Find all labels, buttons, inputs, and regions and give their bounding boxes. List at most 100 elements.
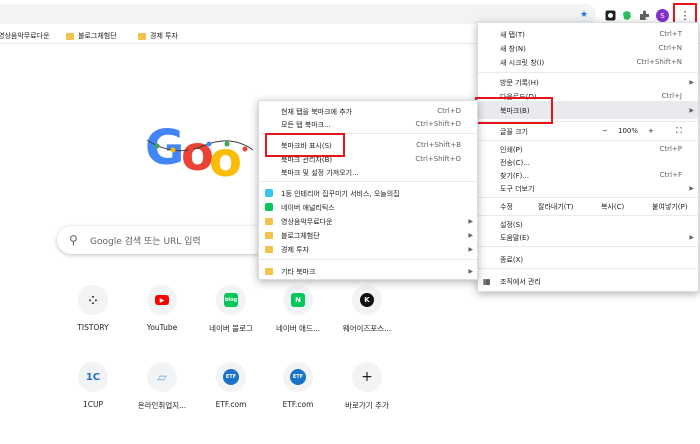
copy-button[interactable]: 복사(C) bbox=[601, 202, 624, 212]
menu-item-new-incognito[interactable]: 새 시크릿 창(I) Ctrl+Shift+N bbox=[478, 56, 698, 68]
menu-label: 기타 북마크 bbox=[281, 268, 316, 276]
youtube-icon: ▶ bbox=[155, 295, 169, 305]
menu-item-bookmark-this-tab[interactable]: 현재 탭을 북마크에 추가 Ctrl+D bbox=[259, 105, 477, 117]
bookmark-folder-other[interactable]: 기타 북마크 ▶ bbox=[259, 265, 477, 277]
menu-separator bbox=[478, 246, 698, 247]
shortcut-tile[interactable]: N 네이버 애드... bbox=[266, 285, 330, 341]
menu-item-new-tab[interactable]: 새 탭(T) Ctrl+T bbox=[478, 28, 698, 40]
highlight-bookmarks-item bbox=[475, 97, 553, 124]
extension-camera-icon[interactable] bbox=[604, 9, 616, 21]
shortcut-icon-circle: ETF bbox=[283, 362, 313, 392]
submenu-arrow-icon: ▶ bbox=[689, 79, 694, 86]
menu-label: 1등 인테리어 집꾸미기 서비스, 오늘의집 bbox=[281, 190, 400, 198]
menu-separator bbox=[259, 181, 477, 182]
menu-label: 전송(C)... bbox=[500, 159, 530, 167]
submenu-arrow-icon: ▶ bbox=[468, 246, 473, 253]
menu-separator bbox=[478, 72, 698, 73]
zoom-level: 100% bbox=[618, 127, 639, 135]
menu-label: 모든 탭 북마크... bbox=[281, 121, 331, 129]
shortcut-label: 네이버 애드... bbox=[275, 324, 321, 333]
menu-item-more-tools[interactable]: 도구 더보기 ▶ bbox=[478, 182, 698, 194]
menu-item-exit[interactable]: 종료(X) bbox=[478, 253, 698, 265]
shortcut-icon-circle: ⁘ bbox=[78, 285, 108, 315]
menu-item-zoom: 글꼴 크기 − 100% + ⛶ bbox=[478, 125, 698, 137]
shortcut-icon-circle: ▱ bbox=[147, 362, 177, 392]
bookmark-site-item[interactable]: 네이버 애널리틱스 bbox=[259, 201, 477, 213]
zoom-in-button[interactable]: + bbox=[648, 127, 654, 135]
folder-icon bbox=[265, 246, 273, 253]
fullscreen-icon[interactable]: ⛶ bbox=[676, 126, 682, 136]
shortcut-label: TISTORY bbox=[77, 323, 109, 332]
menu-label: 현재 탭을 북마크에 추가 bbox=[281, 108, 353, 116]
google-logo[interactable]: G o o bbox=[145, 120, 255, 188]
menu-label: 경제 투자 bbox=[281, 246, 309, 254]
shortcut-tile[interactable]: blog 네이버 블로그 bbox=[199, 285, 263, 341]
building-icon: ▦ bbox=[483, 277, 491, 286]
folder-icon bbox=[66, 32, 74, 40]
menu-item-cast[interactable]: 전송(C)... bbox=[478, 156, 698, 168]
bookmark-folder-item[interactable]: 경제 투자 ▶ bbox=[259, 243, 477, 255]
menu-label: 도움말(E) bbox=[500, 234, 530, 242]
evernote-icon[interactable] bbox=[620, 9, 632, 21]
submenu-arrow-icon: ▶ bbox=[689, 107, 694, 114]
menu-label: 영상음악무료다운 bbox=[281, 218, 333, 226]
shortcut-label: 1CUP bbox=[82, 400, 104, 409]
bookmark-bar-item[interactable]: 블로그체험단 bbox=[66, 31, 117, 41]
submenu-arrow-icon: ▶ bbox=[468, 232, 473, 239]
menu-item-managed[interactable]: ▦ 조직에서 관리 bbox=[478, 275, 698, 287]
etf-icon: ETF bbox=[290, 369, 306, 385]
menu-item-new-window[interactable]: 새 창(N) Ctrl+N bbox=[478, 42, 698, 54]
menu-label: 북마크 및 설정 가져오기... bbox=[281, 169, 359, 177]
paste-button[interactable]: 붙여넣기(P) bbox=[652, 202, 687, 212]
menu-separator bbox=[478, 268, 698, 269]
search-box[interactable]: ⚲ Google 검색 또는 URL 입력 bbox=[57, 226, 267, 254]
menu-label: 방문 기록(H) bbox=[500, 79, 539, 87]
menu-item-find[interactable]: 찾기(F)... Ctrl+F bbox=[478, 169, 698, 181]
cut-button[interactable]: 잘라내기(T) bbox=[538, 202, 574, 212]
menu-label: 새 탭(T) bbox=[500, 31, 525, 39]
menu-item-import-bookmarks[interactable]: 북마크 및 설정 가져오기... bbox=[259, 166, 477, 178]
bookmark-bar-item[interactable]: 영상음악무료다운 bbox=[0, 31, 50, 41]
bookmark-folder-item[interactable]: 영상음악무료다운 ▶ bbox=[259, 215, 477, 227]
menu-shortcut: Ctrl+Shift+B bbox=[416, 141, 461, 149]
menu-item-help[interactable]: 도움말(E) ▶ bbox=[478, 231, 698, 243]
chrome-main-menu: 새 탭(T) Ctrl+T 새 창(N) Ctrl+N 새 시크릿 창(I) C… bbox=[477, 22, 699, 292]
menu-item-bookmark-all-tabs[interactable]: 모든 탭 북마크... Ctrl+Shift+D bbox=[259, 118, 477, 130]
shortcut-tile[interactable]: ETF ETF.com bbox=[266, 362, 330, 418]
submenu-arrow-icon: ▶ bbox=[468, 218, 473, 225]
profile-avatar[interactable]: S bbox=[656, 9, 669, 22]
naver-analytics-icon bbox=[265, 203, 273, 211]
shortcut-label: ETF.com bbox=[282, 400, 314, 409]
extensions-puzzle-icon[interactable] bbox=[638, 9, 650, 21]
shortcut-tile[interactable]: ▱ 온라인취업지... bbox=[130, 362, 194, 418]
bookmark-site-item[interactable]: 1등 인테리어 집꾸미기 서비스, 오늘의집 bbox=[259, 187, 477, 199]
bookmark-folder-item[interactable]: 블로그체험단 ▶ bbox=[259, 229, 477, 241]
shortcut-icon-circle: blog bbox=[216, 285, 246, 315]
address-bar[interactable] bbox=[0, 4, 596, 24]
shortcut-label: 바로가기 추가 bbox=[345, 401, 389, 410]
bookmark-bar-item[interactable]: 경제 투자 bbox=[138, 31, 178, 41]
shortcut-tile[interactable]: ▶ YouTube bbox=[130, 285, 194, 341]
shortcut-icon-circle: ▶ bbox=[147, 285, 177, 315]
shortcut-tile[interactable]: 1C 1CUP bbox=[61, 362, 125, 418]
bookmark-label: 블로그체험단 bbox=[78, 32, 117, 40]
menu-item-print[interactable]: 인쇄(P) Ctrl+P bbox=[478, 143, 698, 155]
menu-label: 조직에서 관리 bbox=[500, 278, 541, 286]
online-job-icon: ▱ bbox=[157, 370, 167, 384]
shortcut-tile[interactable]: K 웨어이즈포스... bbox=[335, 285, 399, 341]
shortcut-label: YouTube bbox=[146, 323, 178, 332]
bookmarks-submenu: 현재 탭을 북마크에 추가 Ctrl+D 모든 탭 북마크... Ctrl+Sh… bbox=[258, 100, 478, 280]
menu-item-history[interactable]: 방문 기록(H) ▶ bbox=[478, 76, 698, 88]
shortcut-tile[interactable]: ⁘ TISTORY bbox=[61, 285, 125, 341]
menu-shortcut: Ctrl+T bbox=[659, 30, 682, 38]
menu-shortcut: Ctrl+Shift+N bbox=[636, 58, 682, 66]
shortcut-tile[interactable]: ETF ETF.com bbox=[199, 362, 263, 418]
lights-string-icon bbox=[146, 139, 254, 153]
menu-item-settings[interactable]: 설정(S) bbox=[478, 218, 698, 230]
menu-shortcut: Ctrl+D bbox=[437, 107, 461, 115]
shortcut-tile[interactable]: + 바로가기 추가 bbox=[335, 362, 399, 418]
zoom-out-button[interactable]: − bbox=[602, 127, 608, 135]
ohouse-icon bbox=[265, 189, 273, 197]
menu-label: 새 창(N) bbox=[500, 45, 526, 53]
bookmark-star-icon[interactable]: ★ bbox=[578, 9, 590, 21]
